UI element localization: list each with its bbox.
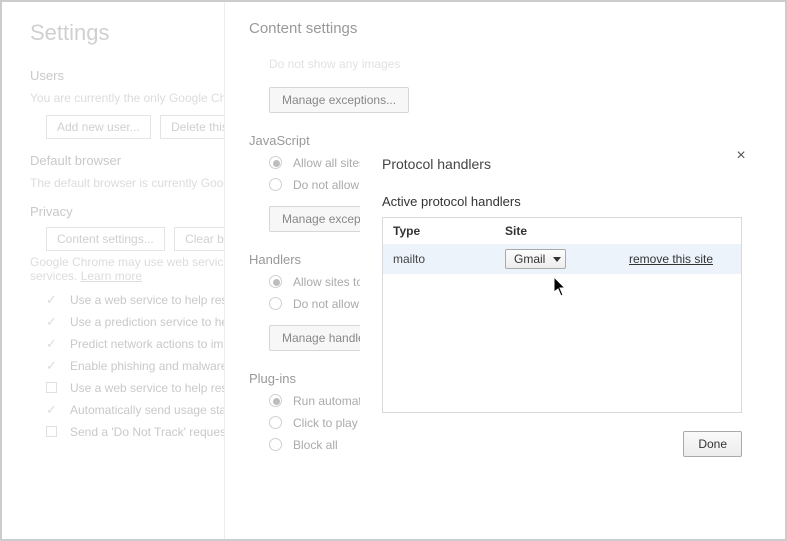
done-button[interactable]: Done — [683, 431, 742, 457]
protocol-handlers-dialog: × Protocol handlers Active protocol hand… — [360, 134, 764, 473]
table-header: Type Site — [383, 218, 741, 244]
content-settings-button[interactable]: Content settings... — [46, 227, 165, 251]
row-action: remove this site — [615, 252, 731, 266]
close-icon[interactable]: × — [732, 148, 750, 166]
check-icon: ✓ — [46, 403, 60, 417]
radio-icon — [269, 178, 282, 191]
col-action-header — [615, 224, 731, 238]
content-settings-title: Content settings — [249, 20, 739, 37]
plugins-block-label: Block all — [293, 438, 338, 452]
dialog-title: Protocol handlers — [382, 156, 742, 172]
plugins-click-label: Click to play — [293, 416, 358, 430]
radio-selected-icon — [269, 394, 282, 407]
manage-exceptions-button[interactable]: Manage exceptions... — [269, 87, 409, 113]
radio-icon — [269, 438, 282, 451]
check-icon: ✓ — [46, 293, 60, 307]
learn-more-link[interactable]: Learn more — [81, 269, 142, 283]
remove-site-link[interactable]: remove this site — [629, 252, 713, 266]
checkbox-icon — [46, 382, 57, 393]
site-dropdown-value: Gmail — [514, 252, 545, 266]
radio-icon — [269, 416, 282, 429]
check-icon: ✓ — [46, 359, 60, 373]
col-type-header: Type — [393, 224, 505, 238]
privacy-desc-line2: services. — [30, 269, 77, 283]
dialog-footer: Done — [382, 431, 742, 457]
table-row: mailto Gmail remove this site — [383, 244, 741, 274]
chevron-down-icon — [553, 257, 561, 262]
images-block-option: Do not show any images — [249, 57, 739, 71]
row-type: mailto — [393, 252, 505, 266]
checkbox-icon — [46, 426, 57, 437]
radio-icon — [269, 297, 282, 310]
col-site-header: Site — [505, 224, 615, 238]
dialog-subtitle: Active protocol handlers — [382, 194, 742, 209]
check-icon: ✓ — [46, 337, 60, 351]
handlers-table: Type Site mailto Gmail remove this site — [382, 217, 742, 413]
site-dropdown[interactable]: Gmail — [505, 249, 566, 269]
row-site: Gmail — [505, 249, 615, 269]
add-user-button[interactable]: Add new user... — [46, 115, 151, 139]
radio-selected-icon — [269, 275, 282, 288]
radio-selected-icon — [269, 156, 282, 169]
check-icon: ✓ — [46, 315, 60, 329]
